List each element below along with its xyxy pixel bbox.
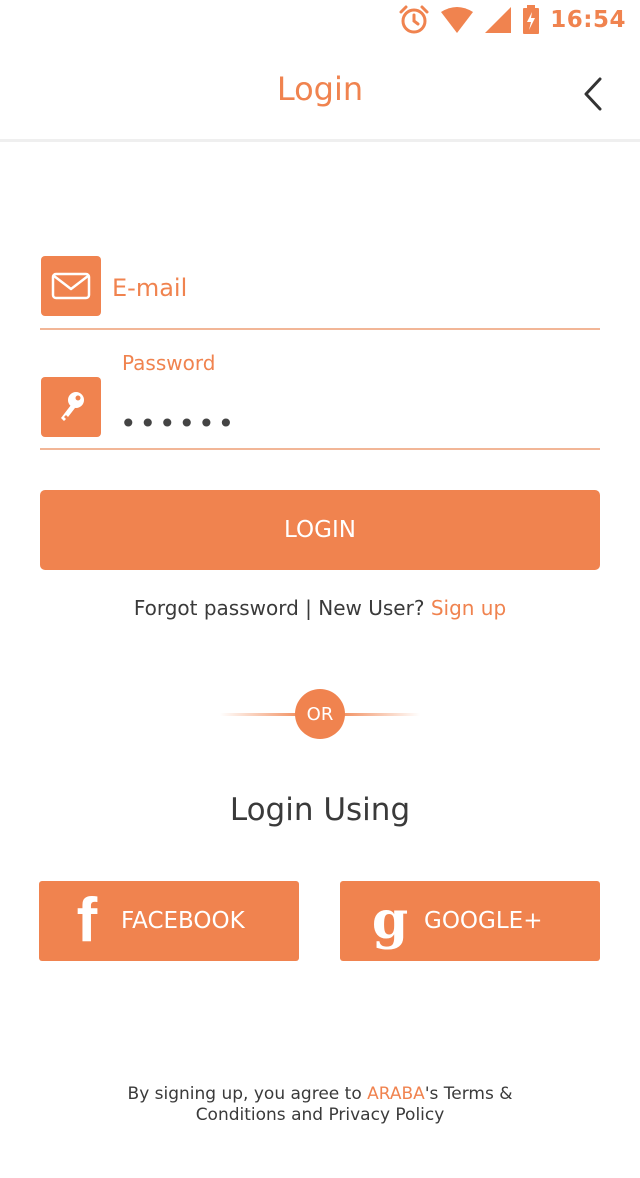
google-login-button[interactable]: g GOOGLE+ — [340, 881, 600, 961]
terms-suffix: 's Terms & — [424, 1084, 513, 1104]
alarm-icon — [398, 4, 430, 36]
status-bar: 16:54 — [0, 0, 640, 40]
app-bar: Login — [0, 40, 640, 142]
links-separator: | — [298, 596, 319, 620]
status-time: 16:54 — [550, 7, 626, 33]
new-user-text: New User? — [318, 596, 431, 620]
signal-icon — [484, 6, 512, 34]
password-field: Password — [40, 345, 600, 450]
key-icon — [41, 377, 101, 437]
chevron-left-icon — [584, 77, 602, 111]
google-icon: g — [371, 890, 409, 951]
google-label: GOOGLE+ — [424, 908, 543, 934]
email-field — [40, 254, 600, 330]
facebook-icon: f — [76, 886, 98, 955]
login-button[interactable]: LOGIN — [40, 490, 600, 570]
or-badge: OR — [295, 689, 345, 739]
back-button[interactable] — [580, 74, 610, 114]
forgot-password-link[interactable]: Forgot password — [134, 596, 299, 620]
terms-text: By signing up, you agree to ARABA's Term… — [0, 1084, 640, 1126]
facebook-label: FACEBOOK — [121, 908, 245, 934]
battery-charging-icon — [522, 5, 540, 35]
terms-policy-link[interactable]: Conditions and Privacy Policy — [196, 1105, 445, 1125]
status-icons: 16:54 — [398, 4, 626, 36]
wifi-icon — [440, 6, 474, 34]
password-input[interactable] — [112, 401, 592, 445]
page-title: Login — [276, 70, 364, 108]
facebook-login-button[interactable]: f FACEBOOK — [39, 881, 299, 961]
or-divider: OR — [220, 689, 420, 739]
password-label: Password — [122, 351, 216, 375]
social-login-heading: Login Using — [229, 792, 411, 828]
brand-link[interactable]: ARABA — [367, 1084, 425, 1104]
signup-link[interactable]: Sign up — [431, 596, 506, 620]
terms-prefix: By signing up, you agree to — [127, 1084, 368, 1104]
auth-links: Forgot password | New User? Sign up — [0, 596, 640, 620]
envelope-icon — [41, 256, 101, 316]
email-input[interactable] — [112, 266, 592, 310]
